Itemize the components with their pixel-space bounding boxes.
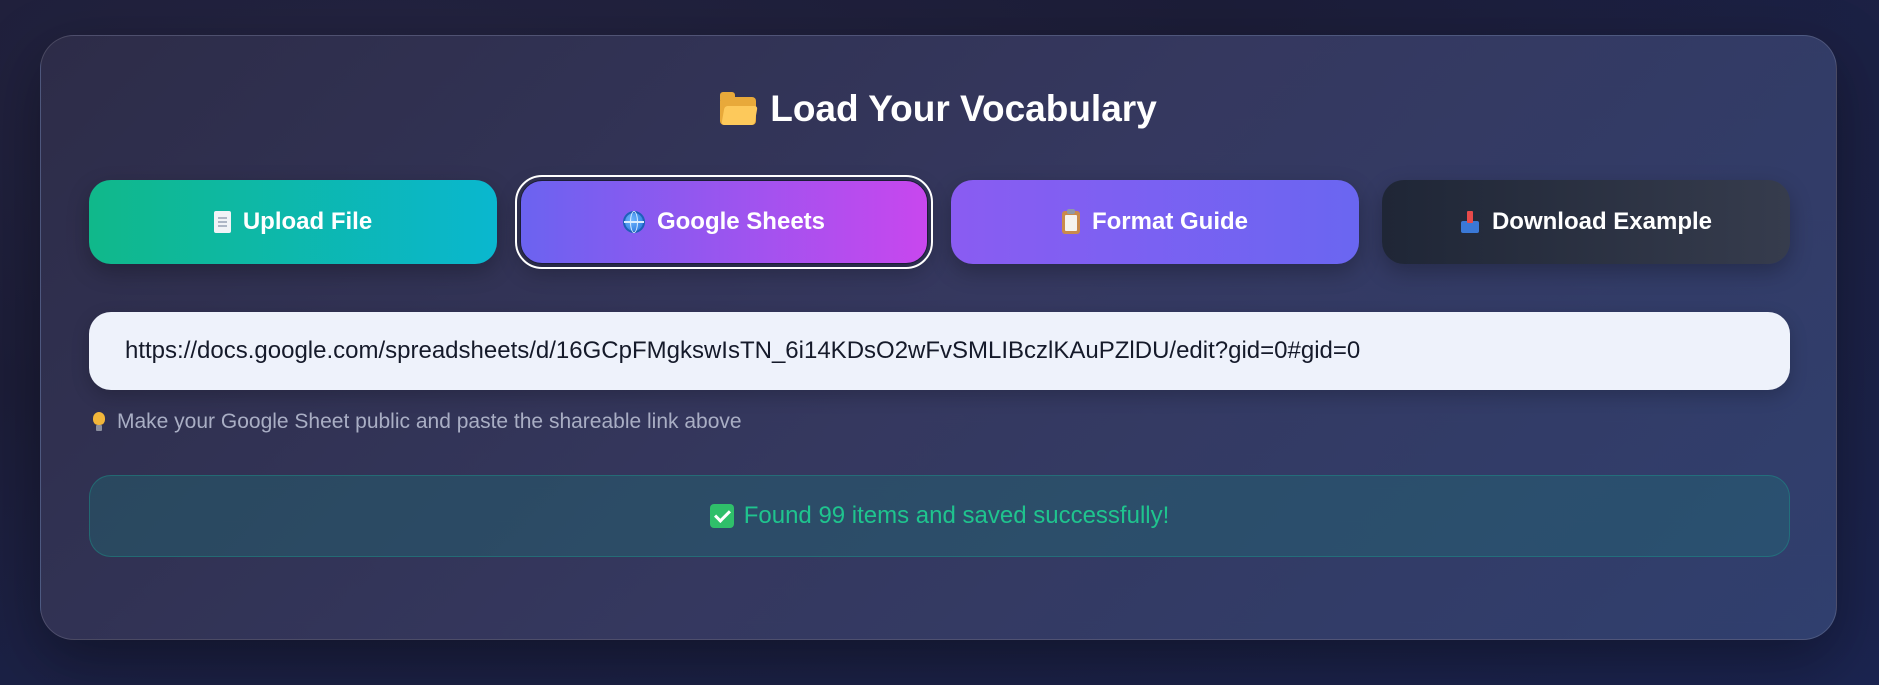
upload-file-label: Upload File bbox=[242, 208, 373, 235]
source-buttons: Upload File Google Sheets Format Guide D… bbox=[89, 175, 1790, 269]
format-guide-label: Format Guide bbox=[1091, 208, 1248, 235]
clipboard-icon bbox=[1061, 208, 1080, 234]
panel-title-text: Load Your Vocabulary bbox=[770, 88, 1157, 129]
hint-text: Make your Google Sheet public and paste … bbox=[117, 410, 742, 433]
upload-file-button[interactable]: Upload File bbox=[89, 180, 497, 264]
google-sheets-button[interactable]: Google Sheets bbox=[515, 175, 933, 269]
document-icon bbox=[213, 211, 231, 233]
lightbulb-icon bbox=[93, 412, 105, 432]
status-message: Found 99 items and saved successfully! bbox=[89, 475, 1790, 557]
check-icon bbox=[709, 504, 734, 528]
load-vocabulary-panel: Load Your Vocabulary Upload File Google … bbox=[40, 35, 1837, 640]
format-guide-button[interactable]: Format Guide bbox=[951, 180, 1359, 264]
download-example-button[interactable]: Download Example bbox=[1382, 180, 1790, 264]
folder-icon bbox=[720, 92, 758, 125]
status-message-text: Found 99 items and saved successfully! bbox=[743, 502, 1170, 529]
google-sheet-url-input[interactable] bbox=[89, 312, 1790, 390]
inbox-tray-icon bbox=[1460, 211, 1480, 233]
globe-icon bbox=[622, 211, 645, 233]
download-example-label: Download Example bbox=[1491, 208, 1713, 235]
google-sheets-label: Google Sheets bbox=[656, 208, 826, 235]
hint-text-row: Make your Google Sheet public and paste … bbox=[93, 410, 742, 434]
panel-title: Load Your Vocabulary bbox=[41, 88, 1836, 130]
